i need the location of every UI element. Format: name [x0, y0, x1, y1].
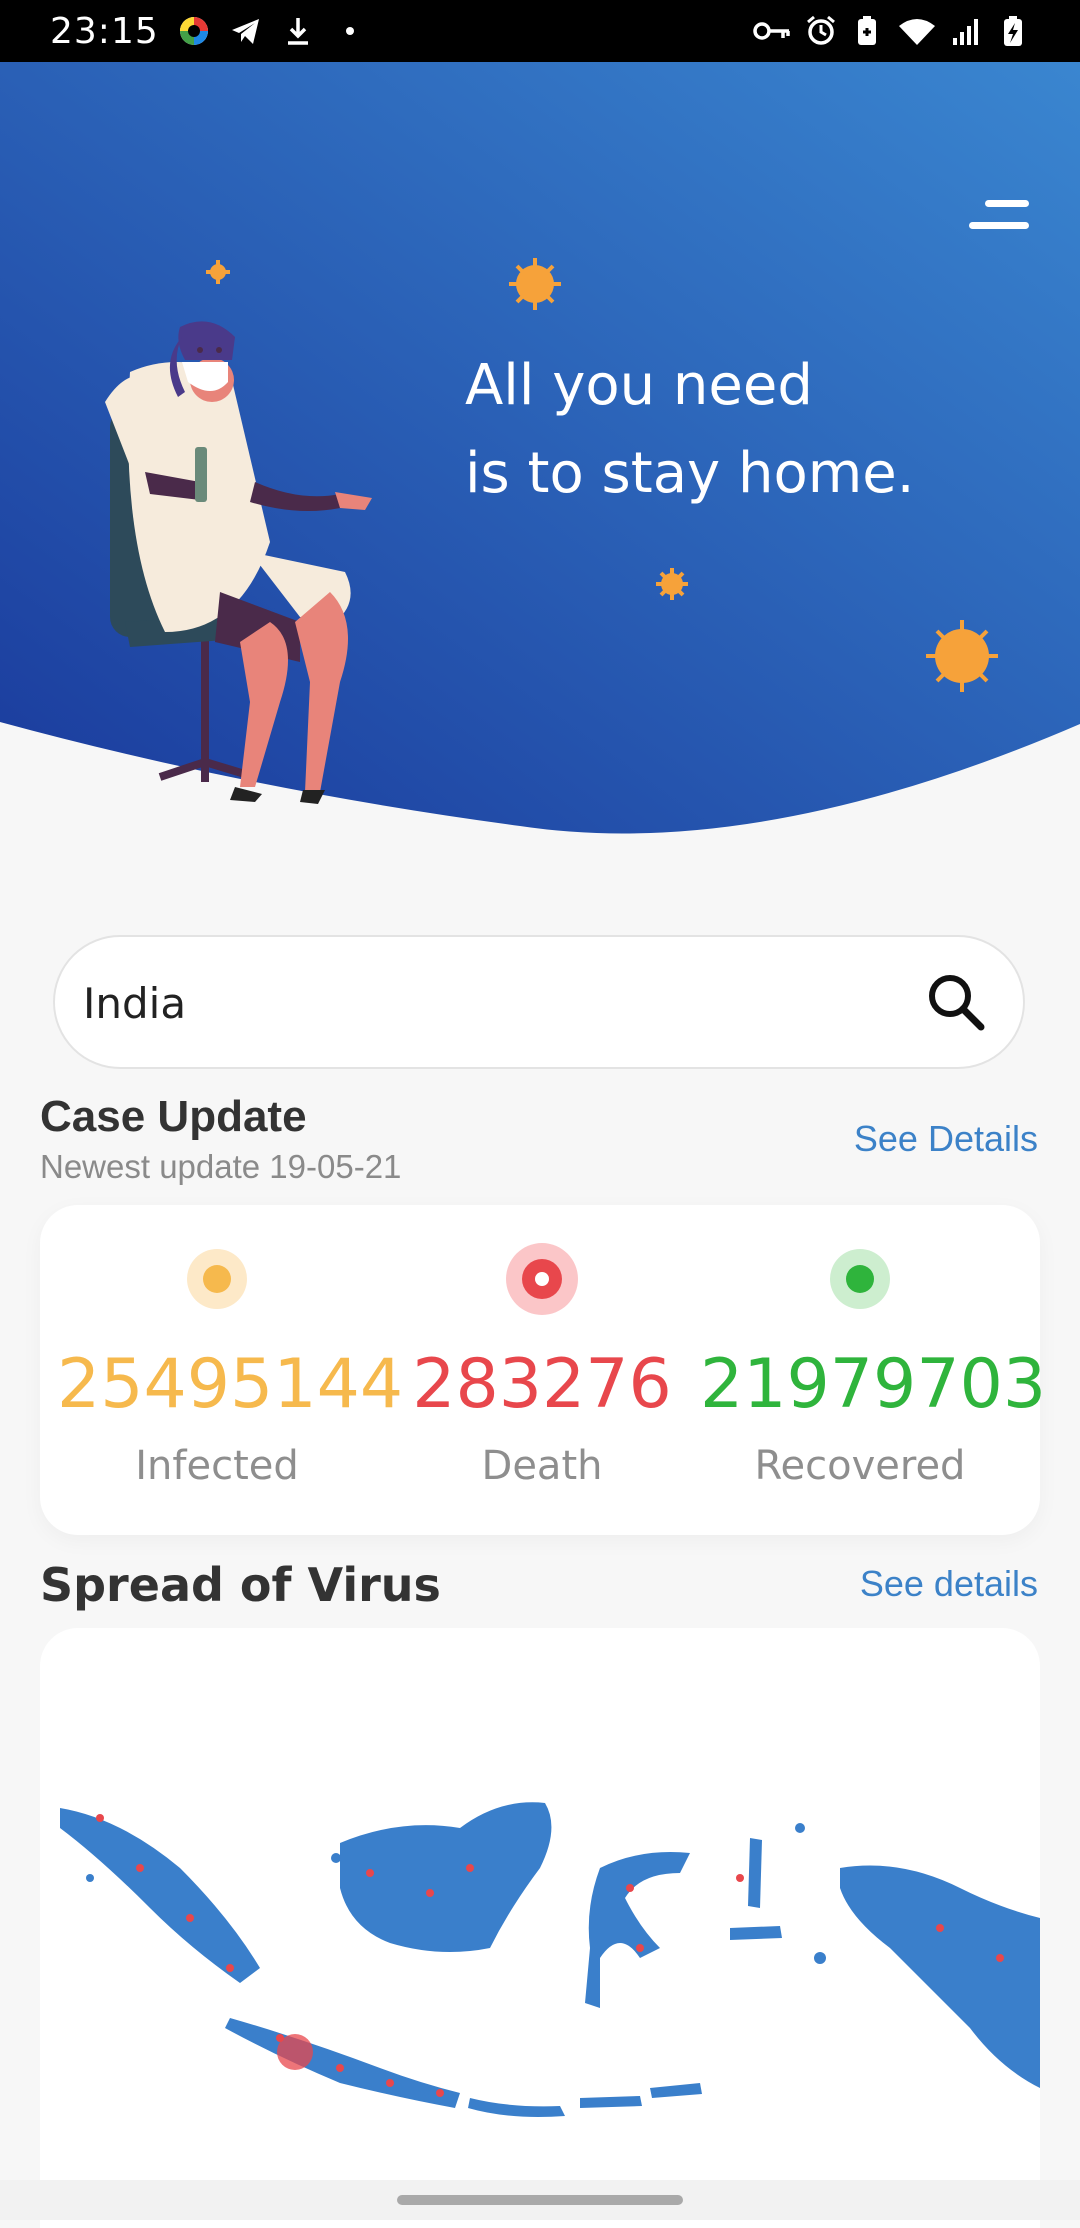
hero-banner: All you need is to stay home. [0, 62, 1080, 852]
dot-icon [345, 27, 354, 35]
menu-line-bottom [969, 222, 1029, 229]
search-input[interactable] [81, 937, 905, 1069]
menu-line-top [985, 200, 1029, 207]
country-search-box[interactable] [53, 935, 1025, 1069]
battery-charging-icon [1004, 16, 1022, 46]
see-details-map-link[interactable]: See details [860, 1563, 1038, 1605]
wifi-icon [899, 19, 935, 45]
death-count: 283276 [412, 1345, 672, 1424]
indonesia-map [60, 1802, 1040, 2117]
spread-title: Spread of Virus [40, 1558, 441, 1612]
app-icon [179, 17, 208, 45]
menu-button[interactable] [965, 192, 1029, 242]
spread-map-card [40, 1628, 1040, 2228]
hero-line-2: is to stay home. [465, 441, 915, 506]
see-details-link[interactable]: See Details [854, 1118, 1038, 1160]
recovered-label: Recovered [754, 1443, 966, 1489]
recovered-count: 21979703 [700, 1345, 1047, 1424]
search-icon[interactable] [923, 969, 989, 1035]
status-bar: 23:15 [0, 0, 1080, 62]
stat-infected: 25495144 Infected [57, 1205, 404, 1535]
infected-label: Infected [135, 1443, 299, 1489]
download-icon [287, 18, 308, 45]
death-label: Death [481, 1443, 603, 1489]
death-indicator-icon [506, 1243, 578, 1315]
alarm-icon [807, 15, 835, 45]
hero-headline: All you need is to stay home. [465, 342, 915, 518]
home-gesture-handle[interactable] [397, 2195, 683, 2205]
stat-recovered: 21979703 Recovered [700, 1205, 1047, 1535]
vpn-key-icon [753, 22, 790, 40]
telegram-icon [231, 19, 259, 44]
hero-line-1: All you need [465, 353, 813, 418]
infected-indicator-icon [187, 1249, 247, 1309]
signal-icon [953, 19, 978, 45]
recovered-indicator-icon [830, 1249, 890, 1309]
system-navigation-bar [0, 2180, 1080, 2220]
infected-count: 25495144 [57, 1345, 404, 1424]
case-update-title: Case Update [40, 1092, 307, 1141]
case-stats-card: 25495144 Infected 283276 Death 21979703 … [40, 1205, 1047, 1535]
case-update-subtitle: Newest update 19-05-21 [40, 1148, 402, 1185]
battery-saver-icon [858, 16, 876, 45]
stat-death: 283276 Death [382, 1205, 702, 1535]
status-time: 23:15 [50, 10, 159, 52]
